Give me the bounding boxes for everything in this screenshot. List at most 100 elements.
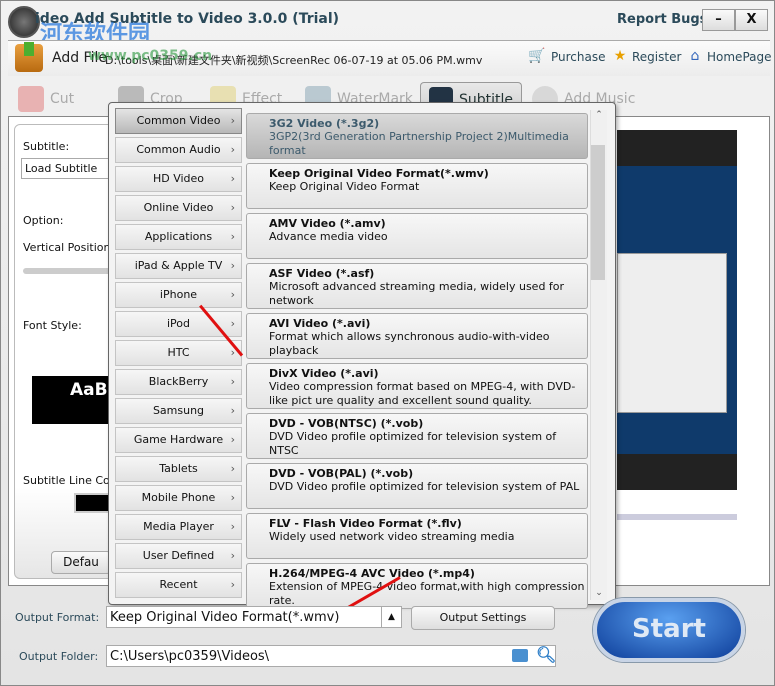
- close-button[interactable]: X: [735, 9, 768, 31]
- output-format-select[interactable]: Keep Original Video Format(*.wmv): [106, 606, 382, 628]
- format-desc: Widely used network video streaming medi…: [269, 530, 515, 543]
- purchase-link[interactable]: Purchase: [551, 50, 606, 64]
- chevron-right-icon: ›: [230, 520, 235, 533]
- format-name: DVD - VOB(PAL) (*.vob): [269, 467, 414, 480]
- category-item[interactable]: Game Hardware ›: [115, 427, 242, 453]
- vertical-position-label: Vertical Position:: [23, 241, 115, 254]
- category-item[interactable]: HTC ›: [115, 340, 242, 366]
- category-item[interactable]: Common Video ›: [115, 108, 242, 134]
- category-label: Mobile Phone: [141, 491, 216, 504]
- format-desc: Advance media video: [269, 230, 388, 243]
- minimize-button[interactable]: –: [702, 9, 735, 31]
- font-preview: AaB: [32, 376, 112, 424]
- format-desc: Format which allows synchronous audio-wi…: [269, 330, 550, 357]
- format-desc: DVD Video profile optimized for televisi…: [269, 430, 557, 457]
- format-name: 3G2 Video (*.3g2): [269, 117, 380, 130]
- register-link[interactable]: Register: [632, 50, 681, 64]
- category-item[interactable]: User Defined ›: [115, 543, 242, 569]
- option-label: Option:: [23, 214, 64, 227]
- format-item[interactable]: AVI Video (*.avi) Format which allows syn…: [246, 313, 588, 359]
- category-label: Game Hardware: [133, 433, 224, 446]
- category-item[interactable]: iPad & Apple TV ›: [115, 253, 242, 279]
- category-item[interactable]: Common Audio ›: [115, 137, 242, 163]
- category-item[interactable]: Recent ›: [115, 572, 242, 598]
- category-item[interactable]: iPhone ›: [115, 282, 242, 308]
- category-label: iPod: [166, 317, 190, 330]
- line-color-swatch[interactable]: [74, 493, 110, 513]
- vertical-position-slider[interactable]: [23, 268, 113, 274]
- output-folder-field[interactable]: C:\Users\pc0359\Videos\: [106, 645, 556, 667]
- chevron-right-icon: ›: [230, 201, 235, 214]
- chevron-right-icon: ›: [230, 317, 235, 330]
- category-item[interactable]: BlackBerry ›: [115, 369, 242, 395]
- preview-window: [617, 253, 727, 413]
- scrollbar-thumb[interactable]: [591, 145, 605, 280]
- chevron-right-icon: ›: [230, 462, 235, 475]
- format-name: Keep Original Video Format(*.wmv): [269, 167, 489, 180]
- category-label: Recent: [159, 578, 198, 591]
- chevron-right-icon: ›: [230, 549, 235, 562]
- chevron-right-icon: ›: [230, 230, 235, 243]
- scroll-up-icon[interactable]: ⌃: [591, 110, 607, 120]
- homepage-link[interactable]: HomePage: [707, 50, 772, 64]
- scissors-icon: [18, 86, 44, 112]
- chevron-right-icon: ›: [230, 288, 235, 301]
- format-item[interactable]: 3G2 Video (*.3g2) 3GP2(3rd Generation Par…: [246, 113, 588, 159]
- chevron-right-icon: ›: [230, 114, 235, 127]
- format-desc: Video compression format based on MPEG-4…: [269, 380, 576, 407]
- format-item[interactable]: DivX Video (*.avi) Video compression form…: [246, 363, 588, 409]
- chevron-right-icon: ›: [230, 491, 235, 504]
- medal-icon: ★: [613, 48, 627, 64]
- format-item[interactable]: DVD - VOB(NTSC) (*.vob) DVD Video profile…: [246, 413, 588, 459]
- category-item[interactable]: Online Video ›: [115, 195, 242, 221]
- category-item[interactable]: Mobile Phone ›: [115, 485, 242, 511]
- format-desc: DVD Video profile optimized for televisi…: [269, 480, 580, 493]
- dropdown-arrow-icon[interactable]: ▲: [381, 606, 402, 628]
- home-icon: ⌂: [690, 48, 700, 64]
- category-label: HTC: [167, 346, 190, 359]
- chevron-right-icon: ›: [230, 259, 235, 272]
- seek-bar[interactable]: [617, 514, 737, 520]
- scroll-down-icon[interactable]: ⌄: [591, 588, 607, 598]
- category-label: iPhone: [159, 288, 198, 301]
- category-item[interactable]: Media Player ›: [115, 514, 242, 540]
- chevron-right-icon: ›: [230, 143, 235, 156]
- category-label: Common Audio: [136, 143, 221, 156]
- format-item[interactable]: Keep Original Video Format(*.wmv) Keep Or…: [246, 163, 588, 209]
- category-label: BlackBerry: [148, 375, 209, 388]
- category-item[interactable]: Applications ›: [115, 224, 242, 250]
- format-desc: Keep Original Video Format: [269, 180, 420, 193]
- subtitle-select[interactable]: Load Subtitle: [21, 158, 116, 179]
- subtitle-label: Subtitle:: [23, 140, 70, 153]
- default-button[interactable]: Defau: [51, 551, 111, 574]
- format-name: DVD - VOB(NTSC) (*.vob): [269, 417, 424, 430]
- format-item[interactable]: H.264/MPEG-4 AVC Video (*.mp4) Extension …: [246, 563, 588, 609]
- tab-label: Cut: [50, 91, 75, 107]
- category-label: HD Video: [152, 172, 205, 185]
- category-label: User Defined: [142, 549, 215, 562]
- format-name: FLV - Flash Video Format (*.flv): [269, 517, 462, 530]
- format-item[interactable]: FLV - Flash Video Format (*.flv) Widely u…: [246, 513, 588, 559]
- output-format-label: Output Format:: [15, 611, 100, 624]
- report-bugs-link[interactable]: Report Bugs: [617, 12, 707, 27]
- category-label: Applications: [144, 230, 213, 243]
- chevron-right-icon: ›: [230, 404, 235, 417]
- category-item[interactable]: Tablets ›: [115, 456, 242, 482]
- cart-icon: 🛒: [528, 48, 546, 64]
- format-item[interactable]: DVD - VOB(PAL) (*.vob) DVD Video profile …: [246, 463, 588, 509]
- start-button[interactable]: Start: [593, 598, 745, 662]
- tab-cut[interactable]: Cut: [18, 82, 74, 116]
- format-name: DivX Video (*.avi): [269, 367, 379, 380]
- format-item[interactable]: ASF Video (*.asf) Microsoft advanced stre…: [246, 263, 588, 309]
- category-item[interactable]: HD Video ›: [115, 166, 242, 192]
- category-label: Samsung: [152, 404, 205, 417]
- format-item[interactable]: AMV Video (*.amv) Advance media video: [246, 213, 588, 259]
- search-icon[interactable]: 🔍︎: [536, 645, 556, 664]
- category-item[interactable]: Samsung ›: [115, 398, 242, 424]
- output-settings-button[interactable]: Output Settings: [411, 606, 555, 630]
- format-desc: Microsoft advanced streaming media, wide…: [269, 280, 565, 307]
- folder-icon[interactable]: [512, 649, 528, 662]
- add-file-icon[interactable]: [15, 42, 43, 72]
- font-style-label: Font Style:: [23, 319, 82, 332]
- category-label: Media Player: [143, 520, 214, 533]
